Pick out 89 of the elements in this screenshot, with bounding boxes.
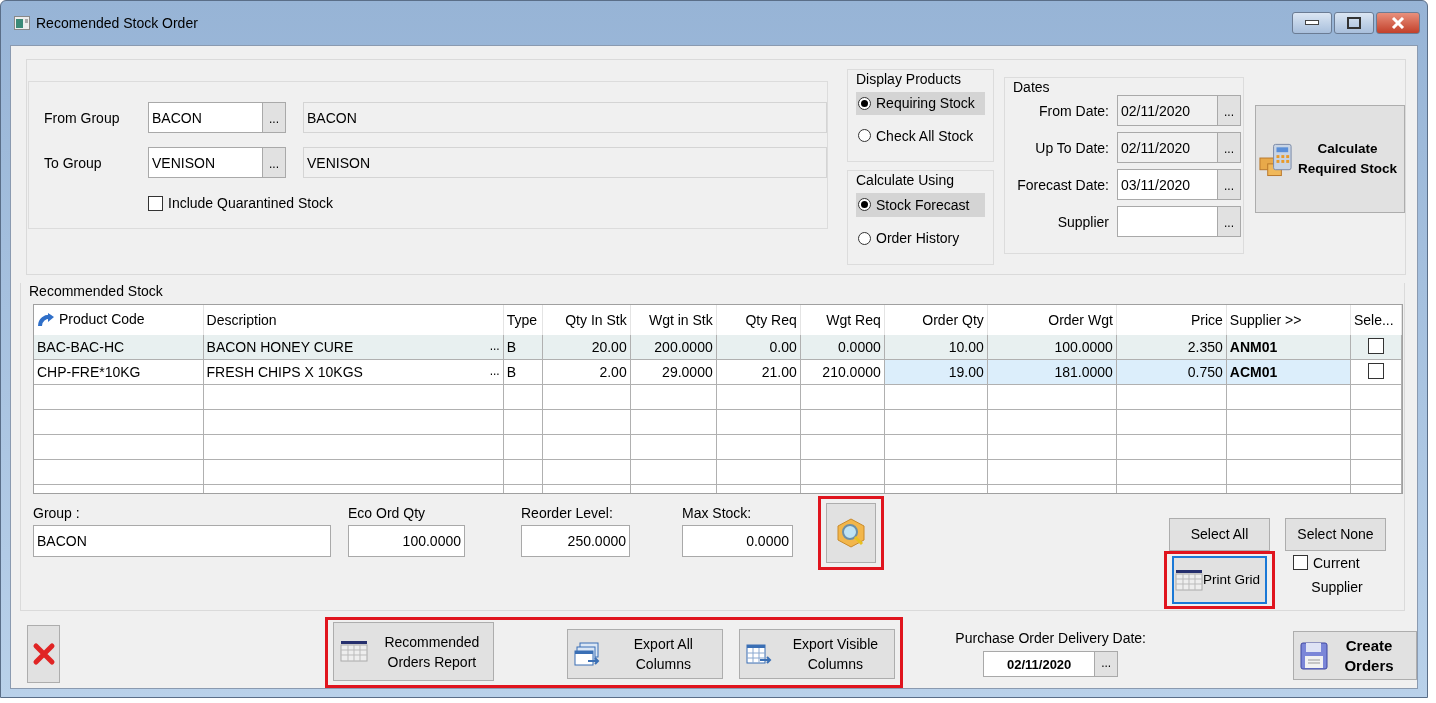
field-label: From Group [43, 109, 121, 126]
table-icon [340, 639, 369, 664]
text-field[interactable]: BACON [148, 102, 263, 133]
table-cell: 29.0000 [630, 359, 717, 385]
table-cell: 19.00 [884, 359, 988, 385]
table-cell: 2.00 [542, 359, 631, 385]
table-cell: 0.00 [716, 335, 801, 360]
radio-option[interactable]: Requiring Stock [856, 92, 985, 115]
field-label: Max Stock: [682, 504, 753, 521]
text-field[interactable]: VENISON [148, 147, 263, 178]
table-cell: B [503, 335, 543, 360]
table-cell: CHP-FRE*10KG [34, 359, 204, 385]
cross-icon [31, 642, 56, 666]
text-field[interactable]: 250.0000 [521, 524, 630, 557]
report-button[interactable]: Recommended Orders Report [333, 622, 495, 681]
lookup-button[interactable]: ... [263, 102, 286, 133]
text-field[interactable]: 100.0000 [348, 524, 465, 557]
cancel-button[interactable] [27, 625, 61, 683]
lookup-button[interactable]: ... [263, 147, 286, 178]
magnifier-icon [835, 516, 867, 549]
select-none-button[interactable]: Select None [1285, 517, 1386, 551]
field-label: Group : [33, 504, 81, 521]
description-field: BACON [303, 102, 827, 133]
text-field[interactable]: 0.0000 [682, 524, 793, 557]
minimize-button[interactable] [1292, 12, 1332, 34]
table-cell: 0.0000 [800, 335, 885, 360]
table-cell: BAC-BAC-HC [34, 335, 204, 360]
text-field[interactable]: 02/11/2020 [983, 651, 1096, 677]
table-cell: B [503, 359, 543, 385]
arrow-icon [37, 312, 55, 329]
text-field[interactable]: BACON [33, 524, 331, 557]
text-field[interactable]: 03/11/2020 [1117, 169, 1218, 200]
lookup-button[interactable]: ... [489, 339, 500, 355]
table-cell: 10.00 [884, 335, 988, 360]
calculate-button[interactable]: Calculate Required Stock [1255, 105, 1405, 213]
checkbox[interactable] [148, 195, 163, 211]
group-title: Calculate Using [856, 172, 956, 188]
table-cell: BACON HONEY CURE [206, 339, 354, 355]
table-cell: 181.0000 [987, 359, 1117, 385]
field-label: Supplier [1057, 213, 1109, 230]
field-label: Reorder Level: [521, 504, 614, 521]
table-cell: 200.0000 [630, 335, 717, 360]
export-button[interactable]: Export All Columns [567, 629, 724, 679]
maximize-button[interactable] [1334, 12, 1374, 34]
checkbox[interactable] [1367, 362, 1384, 379]
print-grid-button[interactable]: Print Grid [1172, 555, 1267, 604]
select-all-button[interactable]: Select All [1169, 517, 1270, 551]
checkbox-label: Supplier [1311, 578, 1363, 595]
field-label: Purchase Order Delivery Date: [955, 630, 1146, 646]
table-icon [1175, 568, 1203, 591]
lookup-button[interactable]: ... [1095, 651, 1119, 677]
description-field: VENISON [303, 147, 827, 178]
checkbox-label: Current [1313, 554, 1360, 571]
text-field[interactable] [1117, 206, 1218, 237]
lookup-button[interactable]: ... [1218, 206, 1241, 237]
table-cell: 20.00 [542, 335, 631, 360]
create-orders-button[interactable]: Create Orders [1293, 631, 1417, 680]
field-label: Forecast Date: [1017, 176, 1109, 193]
radio-option[interactable]: Order History [856, 226, 985, 250]
minimize-icon [1305, 20, 1319, 26]
radio-option[interactable]: Check All Stock [856, 124, 985, 147]
window-icon [14, 16, 30, 30]
table-cell: 2.350 [1116, 335, 1227, 360]
section-title: Recommended Stock [29, 283, 164, 298]
close-icon [1390, 17, 1406, 29]
table-cell: 100.0000 [987, 335, 1117, 360]
group-title: Display Products [856, 71, 963, 87]
table-cell: FRESH CHIPS X 10KGS [206, 364, 363, 380]
field-label: Up To Date: [1035, 139, 1109, 156]
group-title: Dates [1013, 79, 1051, 95]
lookup-button[interactable]: ... [1218, 169, 1241, 200]
field-label: From Date: [1039, 102, 1109, 119]
field-label: To Group [43, 154, 103, 171]
table-cell: 210.0000 [800, 359, 885, 385]
table-cell: ANM01 [1226, 335, 1351, 360]
lookup-button[interactable]: ... [489, 364, 500, 380]
radio-option[interactable]: Stock Forecast [856, 193, 985, 217]
checkbox[interactable] [1367, 337, 1384, 354]
table-cell: 0.750 [1116, 359, 1227, 385]
close-button[interactable] [1376, 12, 1420, 34]
checkbox-label: Include Quarantined Stock [168, 195, 333, 211]
maximize-icon [1347, 17, 1361, 29]
table-cell: ACM01 [1226, 359, 1351, 385]
field-label: Eco Ord Qty [348, 504, 427, 521]
checkbox[interactable] [1293, 555, 1308, 571]
window-title: Recomended Stock Order [36, 15, 199, 31]
export-button[interactable]: Export Visible Columns [739, 629, 896, 679]
column-header: Product Code [59, 311, 145, 328]
table-cell: 21.00 [716, 359, 801, 385]
